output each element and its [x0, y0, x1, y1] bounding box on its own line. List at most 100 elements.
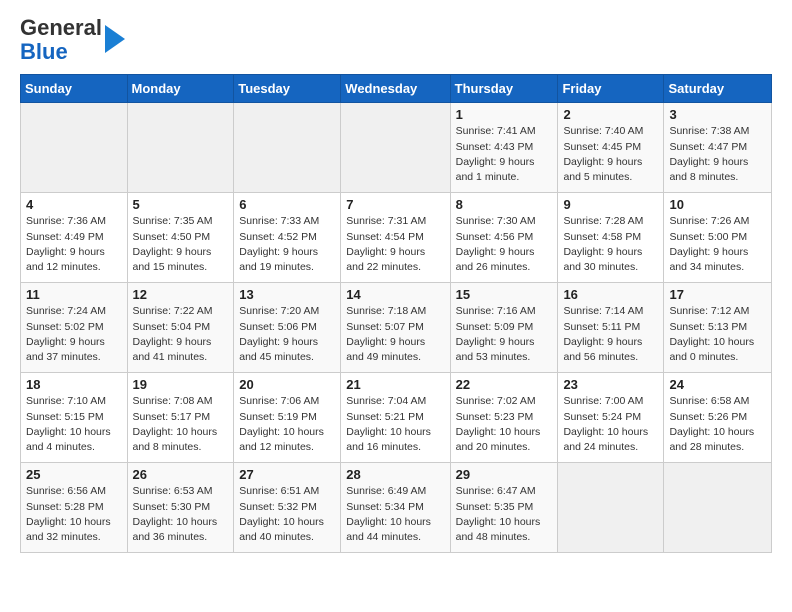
calendar-cell: 5 Sunrise: 7:35 AMSunset: 4:50 PMDaylight…: [127, 193, 234, 283]
day-number: 7: [346, 197, 444, 212]
calendar-cell: 19 Sunrise: 7:08 AMSunset: 5:17 PMDayligh…: [127, 373, 234, 463]
calendar-cell: 11 Sunrise: 7:24 AMSunset: 5:02 PMDayligh…: [21, 283, 128, 373]
day-number: 25: [26, 467, 122, 482]
calendar-cell: 26 Sunrise: 6:53 AMSunset: 5:30 PMDayligh…: [127, 463, 234, 553]
day-info: Sunrise: 7:33 AMSunset: 4:52 PMDaylight:…: [239, 214, 335, 275]
day-number: 24: [669, 377, 766, 392]
calendar-cell: 9 Sunrise: 7:28 AMSunset: 4:58 PMDaylight…: [558, 193, 664, 283]
weekday-header-tuesday: Tuesday: [234, 75, 341, 103]
day-info: Sunrise: 6:58 AMSunset: 5:26 PMDaylight:…: [669, 394, 766, 455]
logo-blue: Blue: [20, 39, 68, 64]
calendar-cell: [664, 463, 772, 553]
day-info: Sunrise: 6:56 AMSunset: 5:28 PMDaylight:…: [26, 484, 122, 545]
calendar-cell: 17Sunrise: 7:12 AMSunset: 5:13 PMDayligh…: [664, 283, 772, 373]
weekday-header-wednesday: Wednesday: [341, 75, 450, 103]
day-number: 29: [456, 467, 553, 482]
calendar-header: SundayMondayTuesdayWednesdayThursdayFrid…: [21, 75, 772, 103]
calendar-cell: 3Sunrise: 7:38 AMSunset: 4:47 PMDaylight…: [664, 103, 772, 193]
calendar-cell: 13 Sunrise: 7:20 AMSunset: 5:06 PMDayligh…: [234, 283, 341, 373]
day-info: Sunrise: 6:53 AMSunset: 5:30 PMDaylight:…: [133, 484, 229, 545]
day-info: Sunrise: 7:02 AMSunset: 5:23 PMDaylight:…: [456, 394, 553, 455]
day-info: Sunrise: 7:26 AMSunset: 5:00 PMDaylight:…: [669, 214, 766, 275]
calendar-cell: 16 Sunrise: 7:14 AMSunset: 5:11 PMDayligh…: [558, 283, 664, 373]
day-number: 6: [239, 197, 335, 212]
calendar-cell: [341, 103, 450, 193]
day-info: Sunrise: 6:49 AMSunset: 5:34 PMDaylight:…: [346, 484, 444, 545]
calendar-cell: 14 Sunrise: 7:18 AMSunset: 5:07 PMDayligh…: [341, 283, 450, 373]
calendar-cell: 6 Sunrise: 7:33 AMSunset: 4:52 PMDaylight…: [234, 193, 341, 283]
weekday-header-saturday: Saturday: [664, 75, 772, 103]
logo: General Blue: [20, 16, 125, 64]
day-info: Sunrise: 7:20 AMSunset: 5:06 PMDaylight:…: [239, 304, 335, 365]
calendar-cell: 18 Sunrise: 7:10 AMSunset: 5:15 PMDayligh…: [21, 373, 128, 463]
calendar-cell: 21Sunrise: 7:04 AMSunset: 5:21 PMDayligh…: [341, 373, 450, 463]
day-info: Sunrise: 7:18 AMSunset: 5:07 PMDaylight:…: [346, 304, 444, 365]
day-info: Sunrise: 7:00 AMSunset: 5:24 PMDaylight:…: [563, 394, 658, 455]
calendar-cell: 15Sunrise: 7:16 AMSunset: 5:09 PMDayligh…: [450, 283, 558, 373]
calendar-cell: 27Sunrise: 6:51 AMSunset: 5:32 PMDayligh…: [234, 463, 341, 553]
day-info: Sunrise: 7:06 AMSunset: 5:19 PMDaylight:…: [239, 394, 335, 455]
day-number: 18: [26, 377, 122, 392]
day-number: 5: [133, 197, 229, 212]
day-number: 3: [669, 107, 766, 122]
day-info: Sunrise: 7:12 AMSunset: 5:13 PMDaylight:…: [669, 304, 766, 365]
day-number: 19: [133, 377, 229, 392]
logo-general: General: [20, 15, 102, 40]
day-number: 9: [563, 197, 658, 212]
day-info: Sunrise: 7:08 AMSunset: 5:17 PMDaylight:…: [133, 394, 229, 455]
day-number: 4: [26, 197, 122, 212]
day-number: 12: [133, 287, 229, 302]
calendar-cell: [127, 103, 234, 193]
day-number: 26: [133, 467, 229, 482]
calendar-cell: [558, 463, 664, 553]
weekday-header-monday: Monday: [127, 75, 234, 103]
day-number: 8: [456, 197, 553, 212]
calendar-week-4: 25 Sunrise: 6:56 AMSunset: 5:28 PMDayligh…: [21, 463, 772, 553]
day-number: 16: [563, 287, 658, 302]
logo-arrow-icon: [105, 25, 125, 53]
day-info: Sunrise: 7:04 AMSunset: 5:21 PMDaylight:…: [346, 394, 444, 455]
calendar-cell: 25 Sunrise: 6:56 AMSunset: 5:28 PMDayligh…: [21, 463, 128, 553]
day-info: Sunrise: 7:41 AMSunset: 4:43 PMDaylight:…: [456, 124, 553, 185]
calendar-week-2: 11 Sunrise: 7:24 AMSunset: 5:02 PMDayligh…: [21, 283, 772, 373]
day-number: 27: [239, 467, 335, 482]
day-info: Sunrise: 6:47 AMSunset: 5:35 PMDaylight:…: [456, 484, 553, 545]
day-info: Sunrise: 7:31 AMSunset: 4:54 PMDaylight:…: [346, 214, 444, 275]
calendar-cell: [21, 103, 128, 193]
calendar-cell: [234, 103, 341, 193]
day-number: 1: [456, 107, 553, 122]
calendar-cell: 23 Sunrise: 7:00 AMSunset: 5:24 PMDayligh…: [558, 373, 664, 463]
day-number: 2: [563, 107, 658, 122]
calendar-cell: 20Sunrise: 7:06 AMSunset: 5:19 PMDayligh…: [234, 373, 341, 463]
weekday-header-friday: Friday: [558, 75, 664, 103]
calendar-cell: 8 Sunrise: 7:30 AMSunset: 4:56 PMDaylight…: [450, 193, 558, 283]
calendar-cell: 2 Sunrise: 7:40 AMSunset: 4:45 PMDaylight…: [558, 103, 664, 193]
day-number: 23: [563, 377, 658, 392]
day-number: 14: [346, 287, 444, 302]
calendar-cell: 28Sunrise: 6:49 AMSunset: 5:34 PMDayligh…: [341, 463, 450, 553]
calendar-cell: 29 Sunrise: 6:47 AMSunset: 5:35 PMDayligh…: [450, 463, 558, 553]
day-info: Sunrise: 7:24 AMSunset: 5:02 PMDaylight:…: [26, 304, 122, 365]
day-info: Sunrise: 7:14 AMSunset: 5:11 PMDaylight:…: [563, 304, 658, 365]
calendar-body: 1 Sunrise: 7:41 AMSunset: 4:43 PMDaylight…: [21, 103, 772, 553]
weekday-header-thursday: Thursday: [450, 75, 558, 103]
calendar-week-3: 18 Sunrise: 7:10 AMSunset: 5:15 PMDayligh…: [21, 373, 772, 463]
calendar-cell: 24 Sunrise: 6:58 AMSunset: 5:26 PMDayligh…: [664, 373, 772, 463]
day-info: Sunrise: 7:35 AMSunset: 4:50 PMDaylight:…: [133, 214, 229, 275]
calendar-cell: 22Sunrise: 7:02 AMSunset: 5:23 PMDayligh…: [450, 373, 558, 463]
calendar-week-0: 1 Sunrise: 7:41 AMSunset: 4:43 PMDaylight…: [21, 103, 772, 193]
calendar-cell: 10 Sunrise: 7:26 AMSunset: 5:00 PMDayligh…: [664, 193, 772, 283]
day-info: Sunrise: 7:36 AMSunset: 4:49 PMDaylight:…: [26, 214, 122, 275]
day-info: Sunrise: 7:16 AMSunset: 5:09 PMDaylight:…: [456, 304, 553, 365]
day-number: 13: [239, 287, 335, 302]
day-info: Sunrise: 7:10 AMSunset: 5:15 PMDaylight:…: [26, 394, 122, 455]
day-info: Sunrise: 7:40 AMSunset: 4:45 PMDaylight:…: [563, 124, 658, 185]
day-info: Sunrise: 7:28 AMSunset: 4:58 PMDaylight:…: [563, 214, 658, 275]
day-number: 10: [669, 197, 766, 212]
calendar-cell: 7 Sunrise: 7:31 AMSunset: 4:54 PMDaylight…: [341, 193, 450, 283]
weekday-header-row: SundayMondayTuesdayWednesdayThursdayFrid…: [21, 75, 772, 103]
day-number: 11: [26, 287, 122, 302]
calendar-week-1: 4 Sunrise: 7:36 AMSunset: 4:49 PMDaylight…: [21, 193, 772, 283]
day-info: Sunrise: 7:30 AMSunset: 4:56 PMDaylight:…: [456, 214, 553, 275]
calendar-table: SundayMondayTuesdayWednesdayThursdayFrid…: [20, 74, 772, 553]
